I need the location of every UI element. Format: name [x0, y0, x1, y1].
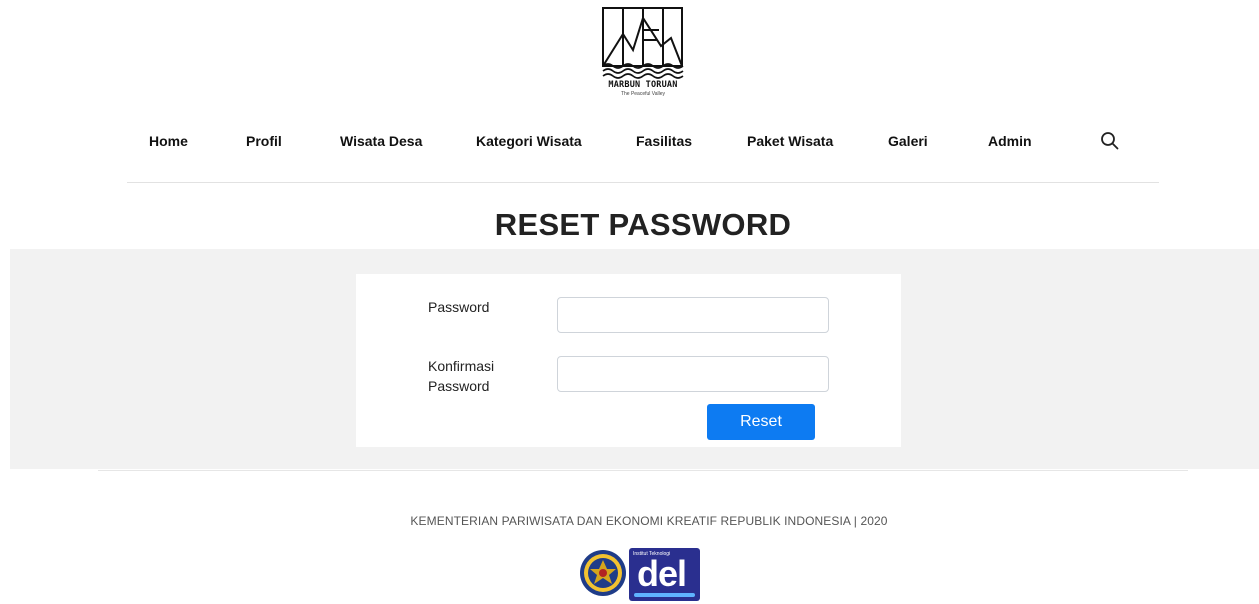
nav-item-paket-wisata[interactable]: Paket Wisata [747, 133, 833, 149]
confirm-password-label: Konfirmasi Password [428, 356, 494, 396]
nav-item-profil[interactable]: Profil [246, 133, 282, 149]
search-icon[interactable] [1100, 131, 1120, 151]
nav-item-fasilitas[interactable]: Fasilitas [636, 133, 692, 149]
main-nav: Home Profil Wisata Desa Kategori Wisata … [0, 128, 1259, 156]
page-title: RESET PASSWORD [494, 207, 792, 242]
confirm-password-label-line1: Konfirmasi [428, 358, 495, 374]
partner-logo: Institut Teknologi del [629, 548, 700, 601]
password-input[interactable] [557, 297, 829, 333]
password-label: Password [428, 299, 490, 315]
ministry-emblem-icon [579, 549, 627, 597]
nav-item-admin[interactable]: Admin [988, 133, 1032, 149]
confirm-password-input[interactable] [557, 356, 829, 392]
brand-name: MARBUN TORUAN [608, 80, 678, 90]
reset-password-form: Password Konfirmasi Password Reset [356, 274, 901, 447]
nav-divider [127, 182, 1159, 183]
footer-divider [98, 470, 1188, 471]
footer-copyright: KEMENTERIAN PARIWISATA DAN EKONOMI KREAT… [410, 514, 888, 528]
nav-item-kategori-wisata[interactable]: Kategori Wisata [476, 133, 582, 149]
logo-mark-icon [602, 7, 684, 79]
confirm-password-label-line2: Password [428, 378, 490, 394]
page: MARBUN TORUAN The Peaceful Valley Home P… [0, 0, 1259, 604]
nav-item-home[interactable]: Home [149, 133, 188, 149]
reset-button[interactable]: Reset [707, 404, 815, 440]
nav-item-galeri[interactable]: Galeri [888, 133, 928, 149]
brand-tagline: The Peaceful Valley [620, 91, 666, 97]
partner-logo-bar [634, 593, 695, 597]
partner-logo-text: del [637, 553, 687, 594]
site-logo[interactable]: MARBUN TORUAN The Peaceful Valley [599, 6, 687, 102]
nav-item-wisata-desa[interactable]: Wisata Desa [340, 133, 422, 149]
